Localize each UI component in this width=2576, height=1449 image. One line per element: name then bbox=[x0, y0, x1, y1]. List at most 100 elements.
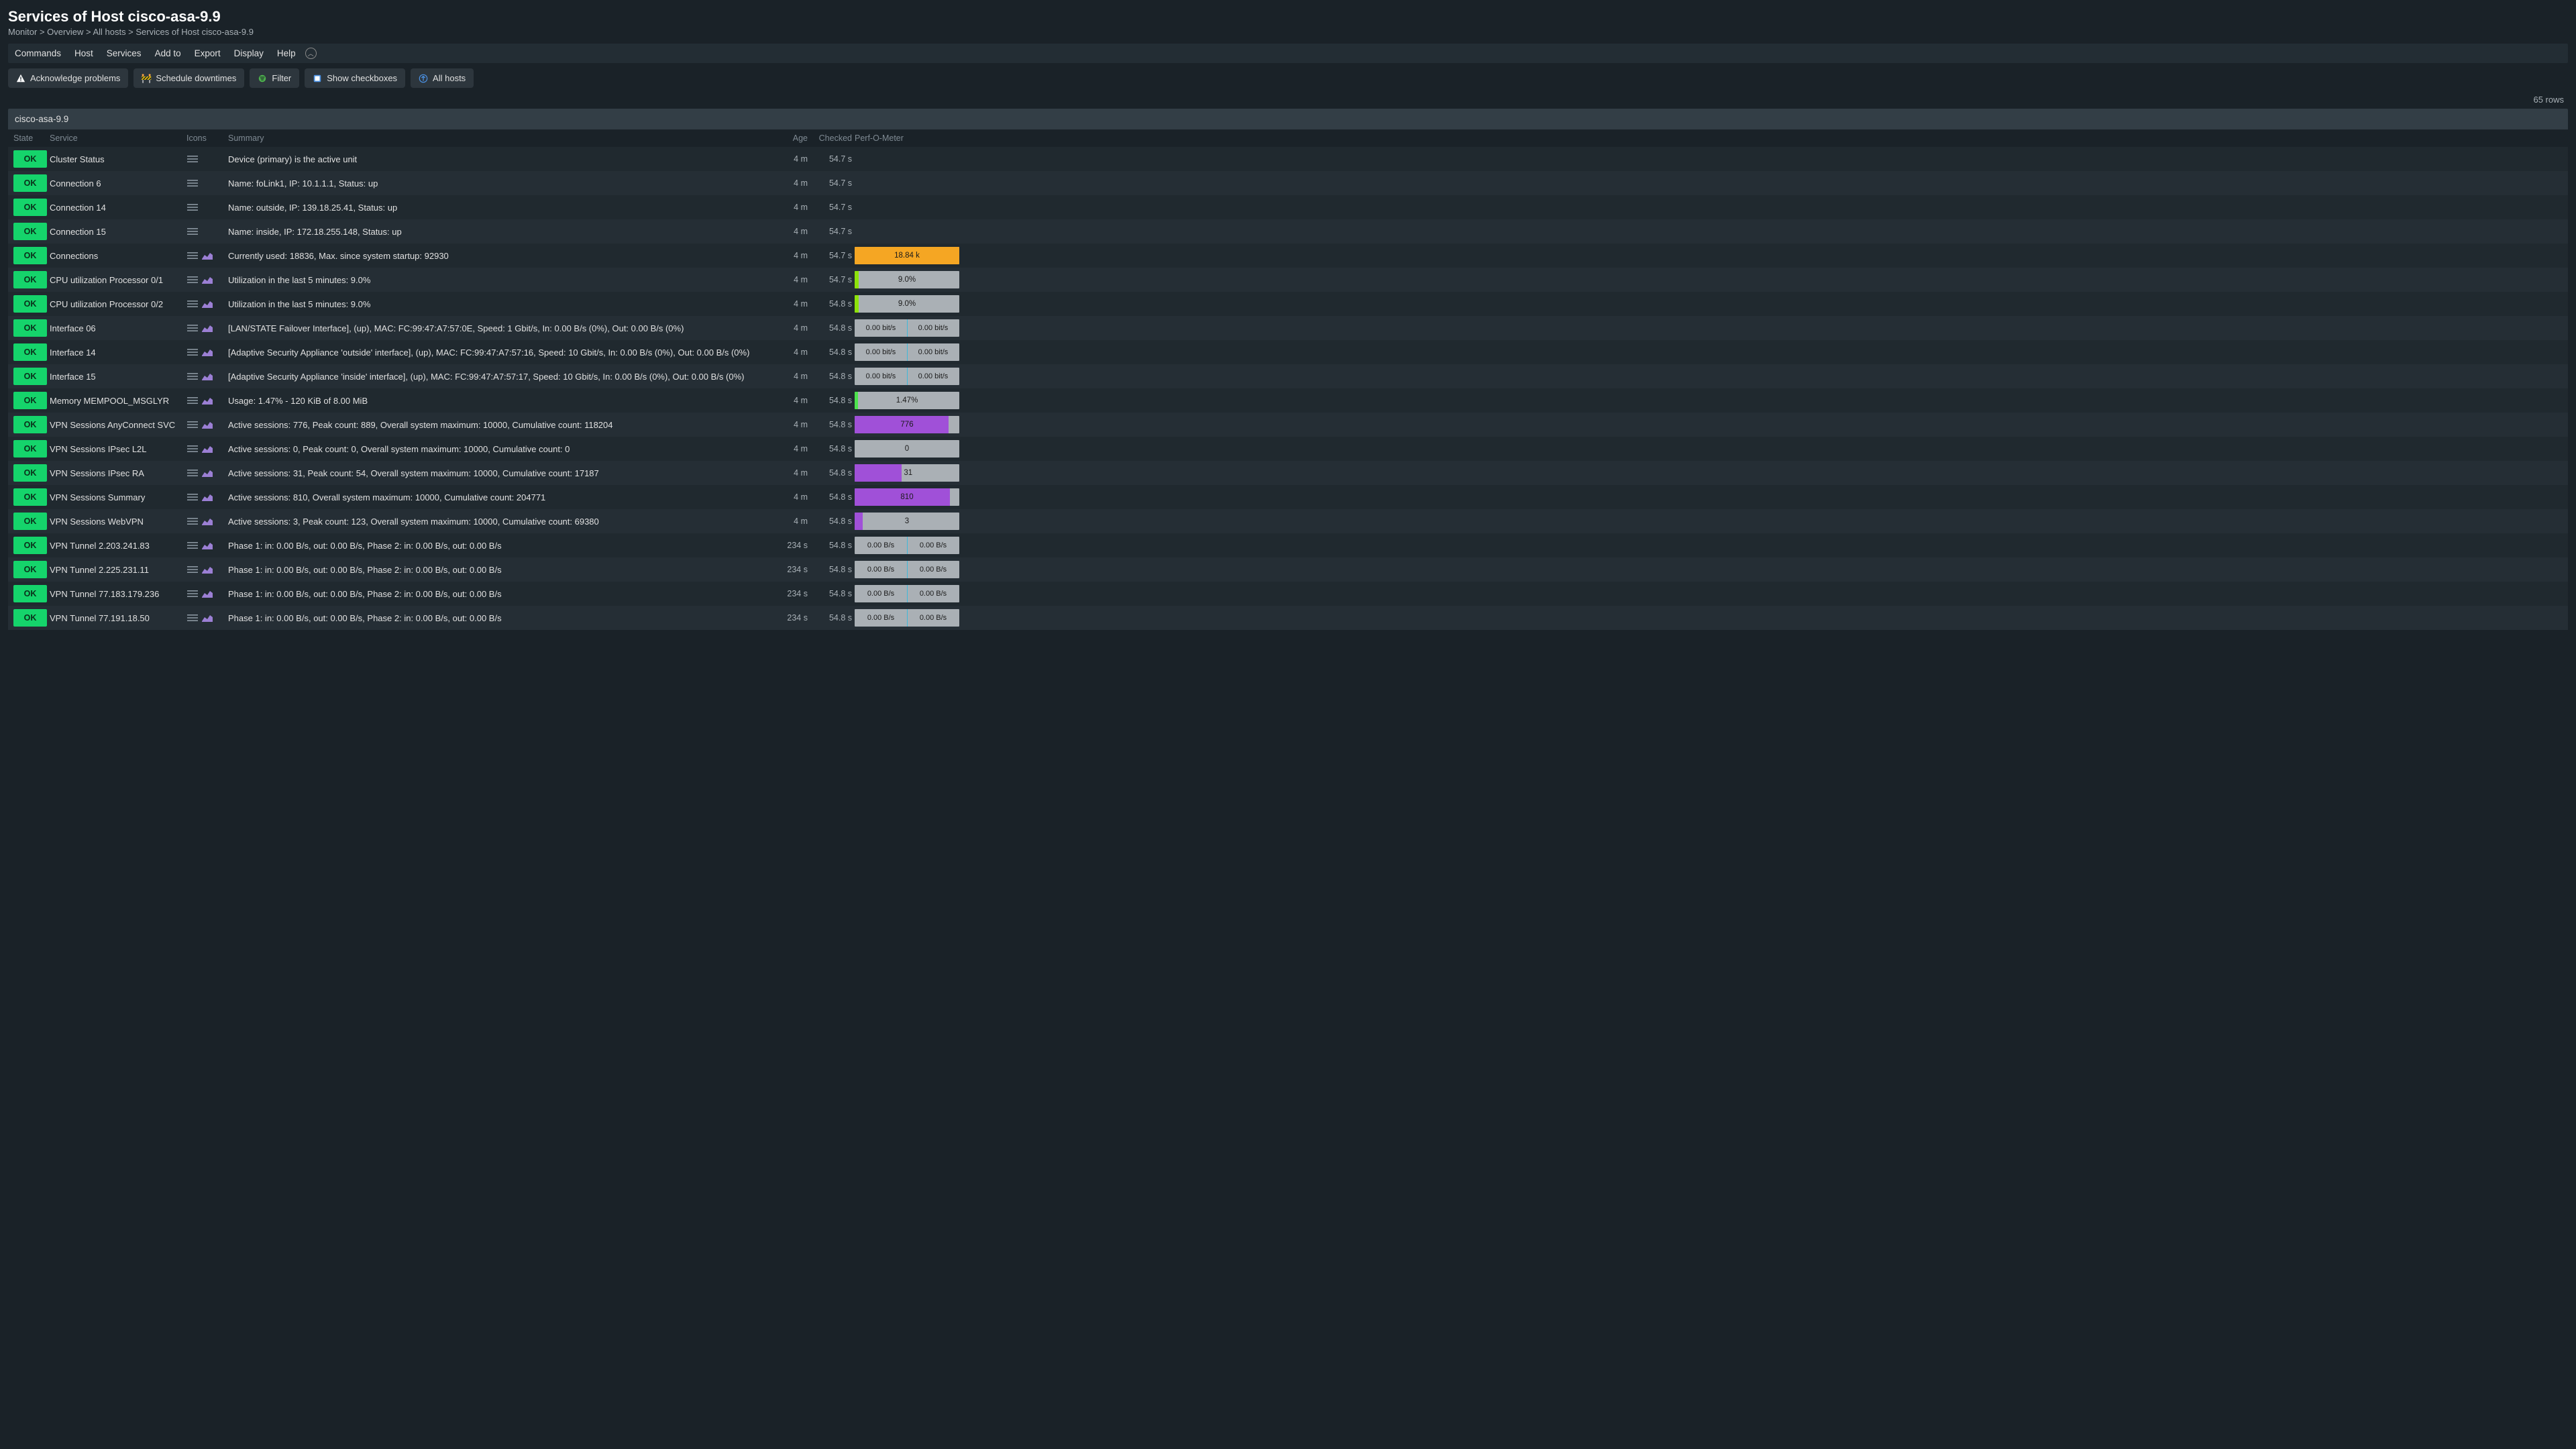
menu-host[interactable]: Host bbox=[74, 48, 93, 58]
chart-icon[interactable] bbox=[201, 420, 213, 429]
menu-icon[interactable] bbox=[186, 589, 199, 598]
table-row[interactable]: OKVPN Tunnel 2.225.231.11Phase 1: in: 0.… bbox=[8, 557, 2568, 582]
service-name[interactable]: VPN Tunnel 2.203.241.83 bbox=[50, 541, 184, 551]
filter-button[interactable]: Filter bbox=[250, 68, 299, 88]
table-row[interactable]: OKVPN Tunnel 77.191.18.50Phase 1: in: 0.… bbox=[8, 606, 2568, 630]
table-row[interactable]: OKMemory MEMPOOL_MSGLYRUsage: 1.47% - 12… bbox=[8, 388, 2568, 413]
service-name[interactable]: CPU utilization Processor 0/1 bbox=[50, 275, 184, 285]
menu-icon[interactable] bbox=[186, 299, 199, 309]
menu-icon[interactable] bbox=[186, 275, 199, 284]
chart-icon[interactable] bbox=[201, 492, 213, 502]
table-row[interactable]: OKConnection 15Name: inside, IP: 172.18.… bbox=[8, 219, 2568, 244]
service-name[interactable]: VPN Sessions WebVPN bbox=[50, 517, 184, 527]
state-badge: OK bbox=[13, 561, 47, 578]
chart-icon[interactable] bbox=[201, 541, 213, 550]
menu-icon[interactable] bbox=[186, 565, 199, 574]
service-name[interactable]: Cluster Status bbox=[50, 154, 184, 164]
service-name[interactable]: VPN Sessions Summary bbox=[50, 492, 184, 502]
menu-help[interactable]: Help bbox=[277, 48, 296, 58]
table-row[interactable]: OKVPN Sessions IPsec RAActive sessions: … bbox=[8, 461, 2568, 485]
chevron-up-icon[interactable]: ︿ bbox=[305, 48, 317, 59]
service-name[interactable]: CPU utilization Processor 0/2 bbox=[50, 299, 184, 309]
menu-commands[interactable]: Commands bbox=[15, 48, 61, 58]
menu-display[interactable]: Display bbox=[234, 48, 264, 58]
menu-icon[interactable] bbox=[186, 444, 199, 453]
all-hosts-button[interactable]: All hosts bbox=[411, 68, 474, 88]
menu-icon[interactable] bbox=[186, 323, 199, 333]
chart-icon[interactable] bbox=[201, 589, 213, 598]
table-row[interactable]: OKCluster StatusDevice (primary) is the … bbox=[8, 147, 2568, 171]
table-row[interactable]: OKVPN Tunnel 2.203.241.83Phase 1: in: 0.… bbox=[8, 533, 2568, 557]
menu-icon[interactable] bbox=[186, 541, 199, 550]
table-row[interactable]: OKConnection 14Name: outside, IP: 139.18… bbox=[8, 195, 2568, 219]
service-name[interactable]: VPN Sessions AnyConnect SVC bbox=[50, 420, 184, 430]
menu-icon[interactable] bbox=[186, 227, 199, 236]
service-name[interactable]: Interface 06 bbox=[50, 323, 184, 333]
breadcrumb[interactable]: Monitor > Overview > All hosts > Service… bbox=[8, 27, 2568, 37]
chart-icon[interactable] bbox=[201, 372, 213, 381]
acknowledge-button[interactable]: Acknowledge problems bbox=[8, 68, 128, 88]
menu-icon[interactable] bbox=[186, 178, 199, 188]
chart-icon[interactable] bbox=[201, 275, 213, 284]
th-checked[interactable]: Checked bbox=[810, 133, 852, 143]
menu-export[interactable]: Export bbox=[195, 48, 221, 58]
table-row[interactable]: OKInterface 15[Adaptive Security Applian… bbox=[8, 364, 2568, 388]
chart-icon[interactable] bbox=[201, 299, 213, 309]
menu-icon[interactable] bbox=[186, 154, 199, 164]
menu-icon[interactable] bbox=[186, 396, 199, 405]
menu-icon[interactable] bbox=[186, 517, 199, 526]
chart-icon[interactable] bbox=[201, 323, 213, 333]
chart-icon[interactable] bbox=[201, 565, 213, 574]
menu-services[interactable]: Services bbox=[107, 48, 142, 58]
th-summary[interactable]: Summary bbox=[228, 133, 771, 143]
chart-icon[interactable] bbox=[201, 444, 213, 453]
service-name[interactable]: Connection 15 bbox=[50, 227, 184, 237]
menu-icon[interactable] bbox=[186, 203, 199, 212]
menu-icon[interactable] bbox=[186, 420, 199, 429]
host-group-header[interactable]: cisco-asa-9.9 bbox=[8, 109, 2568, 129]
show-checkboxes-button[interactable]: Show checkboxes bbox=[305, 68, 405, 88]
service-name[interactable]: Interface 15 bbox=[50, 372, 184, 382]
table-row[interactable]: OKCPU utilization Processor 0/1Utilizati… bbox=[8, 268, 2568, 292]
menu-icon[interactable] bbox=[186, 372, 199, 381]
table-row[interactable]: OKVPN Sessions SummaryActive sessions: 8… bbox=[8, 485, 2568, 509]
service-name[interactable]: Connection 14 bbox=[50, 203, 184, 213]
th-age[interactable]: Age bbox=[774, 133, 808, 143]
menu-icon[interactable] bbox=[186, 468, 199, 478]
service-name[interactable]: VPN Tunnel 77.183.179.236 bbox=[50, 589, 184, 599]
service-name[interactable]: VPN Tunnel 2.225.231.11 bbox=[50, 565, 184, 575]
service-name[interactable]: Connection 6 bbox=[50, 178, 184, 189]
table-row[interactable]: OKConnectionsCurrently used: 18836, Max.… bbox=[8, 244, 2568, 268]
menu-icon[interactable] bbox=[186, 492, 199, 502]
table-row[interactable]: OKInterface 06[LAN/STATE Failover Interf… bbox=[8, 316, 2568, 340]
menu-icon[interactable] bbox=[186, 347, 199, 357]
schedule-downtime-button[interactable]: 🚧 Schedule downtimes bbox=[133, 68, 244, 88]
table-row[interactable]: OKCPU utilization Processor 0/2Utilizati… bbox=[8, 292, 2568, 316]
menu-icon[interactable] bbox=[186, 613, 199, 623]
chart-icon[interactable] bbox=[201, 613, 213, 623]
icons-cell bbox=[186, 589, 225, 598]
chart-icon[interactable] bbox=[201, 251, 213, 260]
service-name[interactable]: VPN Sessions IPsec L2L bbox=[50, 444, 184, 454]
table-row[interactable]: OKVPN Sessions IPsec L2LActive sessions:… bbox=[8, 437, 2568, 461]
th-icons[interactable]: Icons bbox=[186, 133, 225, 143]
service-name[interactable]: Interface 14 bbox=[50, 347, 184, 358]
menu-addto[interactable]: Add to bbox=[155, 48, 181, 58]
table-row[interactable]: OKInterface 14[Adaptive Security Applian… bbox=[8, 340, 2568, 364]
th-perf[interactable]: Perf-O-Meter bbox=[855, 133, 959, 143]
table-row[interactable]: OKConnection 6Name: foLink1, IP: 10.1.1.… bbox=[8, 171, 2568, 195]
service-name[interactable]: Memory MEMPOOL_MSGLYR bbox=[50, 396, 184, 406]
chart-icon[interactable] bbox=[201, 396, 213, 405]
table-row[interactable]: OKVPN Sessions AnyConnect SVCActive sess… bbox=[8, 413, 2568, 437]
table-row[interactable]: OKVPN Tunnel 77.183.179.236Phase 1: in: … bbox=[8, 582, 2568, 606]
service-name[interactable]: VPN Tunnel 77.191.18.50 bbox=[50, 613, 184, 623]
service-name[interactable]: Connections bbox=[50, 251, 184, 261]
chart-icon[interactable] bbox=[201, 517, 213, 526]
menu-icon[interactable] bbox=[186, 251, 199, 260]
service-name[interactable]: VPN Sessions IPsec RA bbox=[50, 468, 184, 478]
table-row[interactable]: OKVPN Sessions WebVPNActive sessions: 3,… bbox=[8, 509, 2568, 533]
chart-icon[interactable] bbox=[201, 347, 213, 357]
th-state[interactable]: State bbox=[13, 133, 47, 143]
chart-icon[interactable] bbox=[201, 468, 213, 478]
th-service[interactable]: Service bbox=[50, 133, 184, 143]
